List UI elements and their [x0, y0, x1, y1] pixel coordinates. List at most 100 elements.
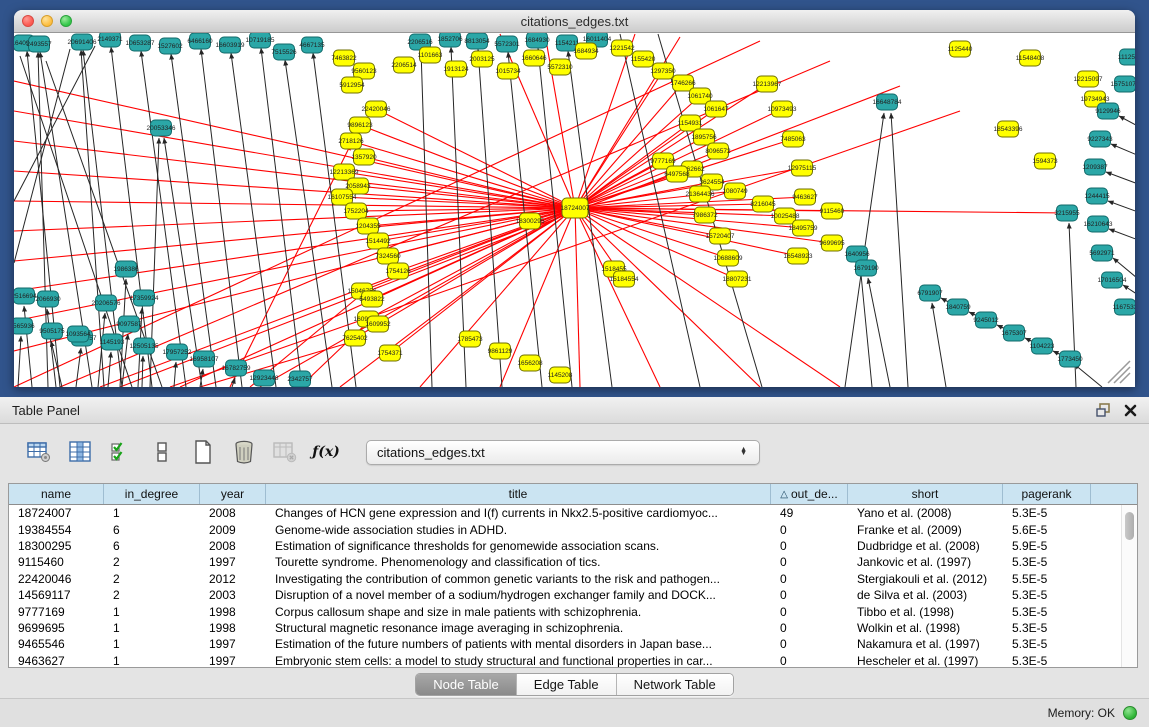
table-cell[interactable]: 5.3E-5 [1003, 555, 1091, 569]
table-cell[interactable]: 5.5E-5 [1003, 572, 1091, 586]
column-header-short[interactable]: short [848, 484, 1003, 504]
table-cell[interactable]: 0 [771, 621, 848, 635]
table-cell[interactable]: Corpus callosum shape and size in male p… [266, 605, 771, 619]
table-cell[interactable]: Yano et al. (2008) [848, 506, 1003, 520]
zoom-window-button[interactable] [60, 15, 72, 27]
graph-edge[interactable] [108, 352, 111, 387]
table-cell[interactable]: 2008 [200, 539, 266, 553]
table-cell[interactable]: 22420046 [9, 572, 104, 586]
table-cell[interactable]: 1 [104, 654, 200, 668]
table-cell[interactable]: Dudbridge et al. (2008) [848, 539, 1003, 553]
table-cell[interactable]: Tibbo et al. (1998) [848, 605, 1003, 619]
graph-edge[interactable] [860, 264, 872, 387]
table-cell[interactable]: 9465546 [9, 637, 104, 651]
graph-edge[interactable] [1111, 144, 1135, 160]
table-cell[interactable]: 2008 [200, 506, 266, 520]
table-row[interactable]: 2242004622012Investigating the contribut… [9, 571, 1137, 587]
graph-edge[interactable] [891, 113, 908, 387]
table-cell[interactable]: Genome-wide association studies in ADHD. [266, 523, 771, 537]
column-header-pagerank[interactable]: pagerank [1003, 484, 1091, 504]
table-cell[interactable]: 0 [771, 588, 848, 602]
graph-edge[interactable] [201, 49, 242, 387]
table-cell[interactable]: Nakamura et al. (1997) [848, 637, 1003, 651]
table-cell[interactable]: 9699695 [9, 621, 104, 635]
graph-edge[interactable] [421, 50, 432, 387]
table-cell[interactable]: 18300295 [9, 539, 104, 553]
table-cell[interactable]: 2012 [200, 572, 266, 586]
window-titlebar[interactable]: citations_edges.txt [14, 10, 1135, 33]
column-header-year[interactable]: year [200, 484, 266, 504]
table-cell[interactable]: 1998 [200, 621, 266, 635]
window-resize-grip[interactable] [1108, 361, 1130, 383]
delete-table-icon[interactable] [231, 439, 257, 465]
table-cell[interactable]: de Silva et al. (2003) [848, 588, 1003, 602]
graph-edge[interactable] [47, 309, 56, 387]
new-table-icon[interactable] [190, 439, 216, 465]
table-cell[interactable]: Embryonic stem cells: a model to study s… [266, 654, 771, 668]
table-cell[interactable]: Wolkin et al. (1998) [848, 621, 1003, 635]
table-row[interactable]: 977716911998Corpus callosum shape and si… [9, 603, 1137, 619]
table-cell[interactable]: 6 [104, 523, 200, 537]
tab-node-table[interactable]: Node Table [416, 674, 517, 695]
graph-edge[interactable] [120, 279, 126, 387]
column-checklist-icon[interactable] [108, 439, 134, 465]
graph-edge[interactable] [568, 51, 612, 387]
table-cell[interactable]: Franke et al. (2009) [848, 523, 1003, 537]
graph-edge[interactable] [1074, 364, 1102, 387]
table-cell[interactable]: Tourette syndrome. Phenomenology and cla… [266, 555, 771, 569]
table-cell[interactable]: 0 [771, 637, 848, 651]
graph-edge[interactable] [868, 278, 890, 387]
table-cell[interactable]: 0 [771, 572, 848, 586]
graph-edge[interactable] [932, 303, 946, 387]
tab-network-table[interactable]: Network Table [617, 674, 733, 695]
table-cell[interactable]: 1 [104, 637, 200, 651]
table-cell[interactable]: 0 [771, 523, 848, 537]
table-cell[interactable]: 2003 [200, 588, 266, 602]
table-cell[interactable]: 1997 [200, 555, 266, 569]
column-header-in_degree[interactable]: in_degree [104, 484, 200, 504]
table-cell[interactable]: 1997 [200, 654, 266, 668]
table-cell[interactable]: 9777169 [9, 605, 104, 619]
graph-edge[interactable] [14, 141, 575, 208]
table-selector-dropdown[interactable]: citations_edges.txt ▲▼ [366, 440, 760, 465]
function-builder-icon[interactable]: ƒ(x) [313, 439, 339, 465]
vertical-scrollbar[interactable] [1121, 505, 1137, 667]
table-cell[interactable]: 9463627 [9, 654, 104, 668]
column-header-name[interactable]: name [9, 484, 104, 504]
table-cell[interactable]: 1997 [200, 637, 266, 651]
table-row[interactable]: 1830029562008Estimation of significance … [9, 538, 1137, 554]
table-settings-icon[interactable] [26, 439, 52, 465]
table-row[interactable]: 1872400712008Changes of HCN gene express… [9, 505, 1137, 521]
table-cell[interactable]: Disruption of a novel member of a sodium… [266, 588, 771, 602]
table-cell[interactable]: 5.6E-5 [1003, 523, 1091, 537]
table-cell[interactable]: 1 [104, 621, 200, 635]
table-cell[interactable]: Stergiakouli et al. (2012) [848, 572, 1003, 586]
graph-edge[interactable] [1108, 201, 1135, 216]
table-cell[interactable]: Jankovic et al. (1997) [848, 555, 1003, 569]
network-canvas[interactable]: 1640951249355720691406214937110653287152… [14, 33, 1135, 387]
graph-edge[interactable] [1119, 116, 1135, 132]
table-cell[interactable]: 2009 [200, 523, 266, 537]
table-cell[interactable]: 5.3E-5 [1003, 654, 1091, 668]
table-cell[interactable]: 49 [771, 506, 848, 520]
table-row[interactable]: 1456911722003Disruption of a novel membe… [9, 587, 1137, 603]
graph-edge[interactable] [351, 141, 575, 208]
table-cell[interactable]: 5.3E-5 [1003, 588, 1091, 602]
column-header-title[interactable]: title [266, 484, 771, 504]
close-panel-icon[interactable] [1124, 404, 1137, 417]
table-cell[interactable]: 0 [771, 605, 848, 619]
tab-edge-table[interactable]: Edge Table [517, 674, 617, 695]
table-cell[interactable]: 5.3E-5 [1003, 637, 1091, 651]
graph-edge[interactable] [575, 208, 580, 387]
table-row[interactable]: 946362711997Embryonic stem cells: a mode… [9, 653, 1137, 668]
graph-edge[interactable] [575, 208, 660, 387]
table-cell[interactable]: 1 [104, 605, 200, 619]
table-cell[interactable]: 0 [771, 555, 848, 569]
table-cell[interactable]: Changes of HCN gene expression and I(f) … [266, 506, 771, 520]
graph-edge[interactable] [14, 46, 95, 201]
graph-edge[interactable] [261, 48, 302, 387]
minimize-window-button[interactable] [41, 15, 53, 27]
table-row[interactable]: 911546021997Tourette syndrome. Phenomeno… [9, 554, 1137, 570]
column-header-out_de[interactable]: △out_de... [771, 484, 848, 504]
table-cell[interactable]: 0 [771, 654, 848, 668]
